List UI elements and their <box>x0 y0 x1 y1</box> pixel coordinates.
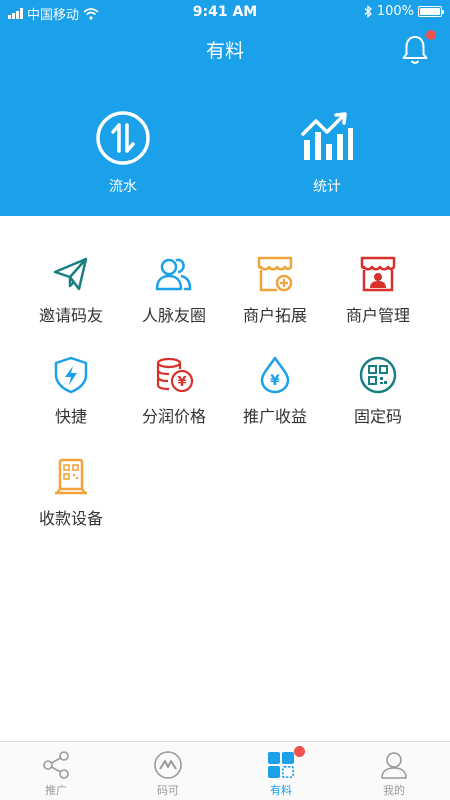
grid-label: 分润价格 <box>141 407 206 426</box>
tab-label: 码可 <box>157 784 179 797</box>
svg-text:¥: ¥ <box>270 373 280 389</box>
shield-bolt-icon <box>54 356 88 394</box>
tab-mine[interactable]: 我的 <box>338 742 450 800</box>
tab-badge <box>294 746 305 757</box>
grid-label: 推广收益 <box>242 407 307 426</box>
grid-item-promo-income[interactable]: ¥ 推广收益 <box>225 355 325 427</box>
header: 中国移动 9:41 AM 100% 有料 流水 统计 <box>0 0 450 216</box>
grid-item-merchant-expand[interactable]: 商户拓展 <box>225 254 325 326</box>
brand-logo-icon <box>154 751 182 779</box>
tab-brand[interactable]: 码可 <box>112 742 224 800</box>
grid-label: 邀请码友 <box>38 306 103 325</box>
grid-item-merchant-manage[interactable]: 商户管理 <box>328 254 428 326</box>
battery-label: 100% <box>376 4 414 19</box>
grid-label: 收款设备 <box>38 509 103 528</box>
hero-item-stats[interactable]: 统计 <box>267 110 387 196</box>
contacts-icon <box>155 258 192 291</box>
svg-text:¥: ¥ <box>177 375 186 390</box>
bell-icon[interactable] <box>400 34 430 66</box>
tab-promote[interactable]: 推广 <box>0 742 112 800</box>
share-icon <box>43 751 69 779</box>
pos-device-icon <box>55 458 87 495</box>
grid-item-profit-price[interactable]: ¥ 分润价格 <box>124 355 224 427</box>
notification-badge <box>426 30 436 40</box>
up-down-arrows-icon <box>96 111 150 165</box>
qr-code-icon <box>359 356 397 394</box>
hero-item-flow[interactable]: 流水 <box>63 110 183 196</box>
grid-item-fixed-code[interactable]: 固定码 <box>328 355 428 427</box>
yuan-drop-icon: ¥ <box>260 356 290 394</box>
grid-label: 固定码 <box>353 407 402 426</box>
grid-label: 快捷 <box>54 407 87 426</box>
tab-label: 有料 <box>270 784 292 797</box>
grid-label: 商户拓展 <box>242 306 307 325</box>
status-bar: 中国移动 9:41 AM 100% <box>0 0 450 24</box>
grid-item-quick[interactable]: 快捷 <box>21 355 121 427</box>
tab-bar: 推广 码可 有料 我的 <box>0 741 450 800</box>
shop-add-icon <box>257 256 293 292</box>
grid-item-pos-device[interactable]: 收款设备 <box>21 457 121 529</box>
user-icon <box>381 752 407 779</box>
paper-plane-icon <box>53 257 88 291</box>
bar-chart-trend-icon <box>301 112 353 160</box>
screen: 中国移动 9:41 AM 100% 有料 流水 统计 邀请码友 人脉友圈 商户拓… <box>0 0 450 800</box>
tab-label: 推广 <box>45 784 67 797</box>
tab-youliao[interactable]: 有料 <box>225 742 337 800</box>
bluetooth-icon <box>364 5 372 18</box>
grid-label: 人脉友圈 <box>141 306 206 325</box>
shop-manage-icon <box>360 256 396 292</box>
apps-grid-icon <box>268 752 294 778</box>
grid-label: 商户管理 <box>345 306 410 325</box>
grid-item-invite[interactable]: 邀请码友 <box>21 254 121 326</box>
hero-label: 流水 <box>109 179 137 195</box>
tab-label: 我的 <box>383 784 405 797</box>
grid-item-contacts[interactable]: 人脉友圈 <box>124 254 224 326</box>
hero-label: 统计 <box>313 179 341 195</box>
coins-icon: ¥ <box>156 357 194 393</box>
page-title: 有料 <box>205 40 244 62</box>
battery-icon <box>418 6 444 17</box>
